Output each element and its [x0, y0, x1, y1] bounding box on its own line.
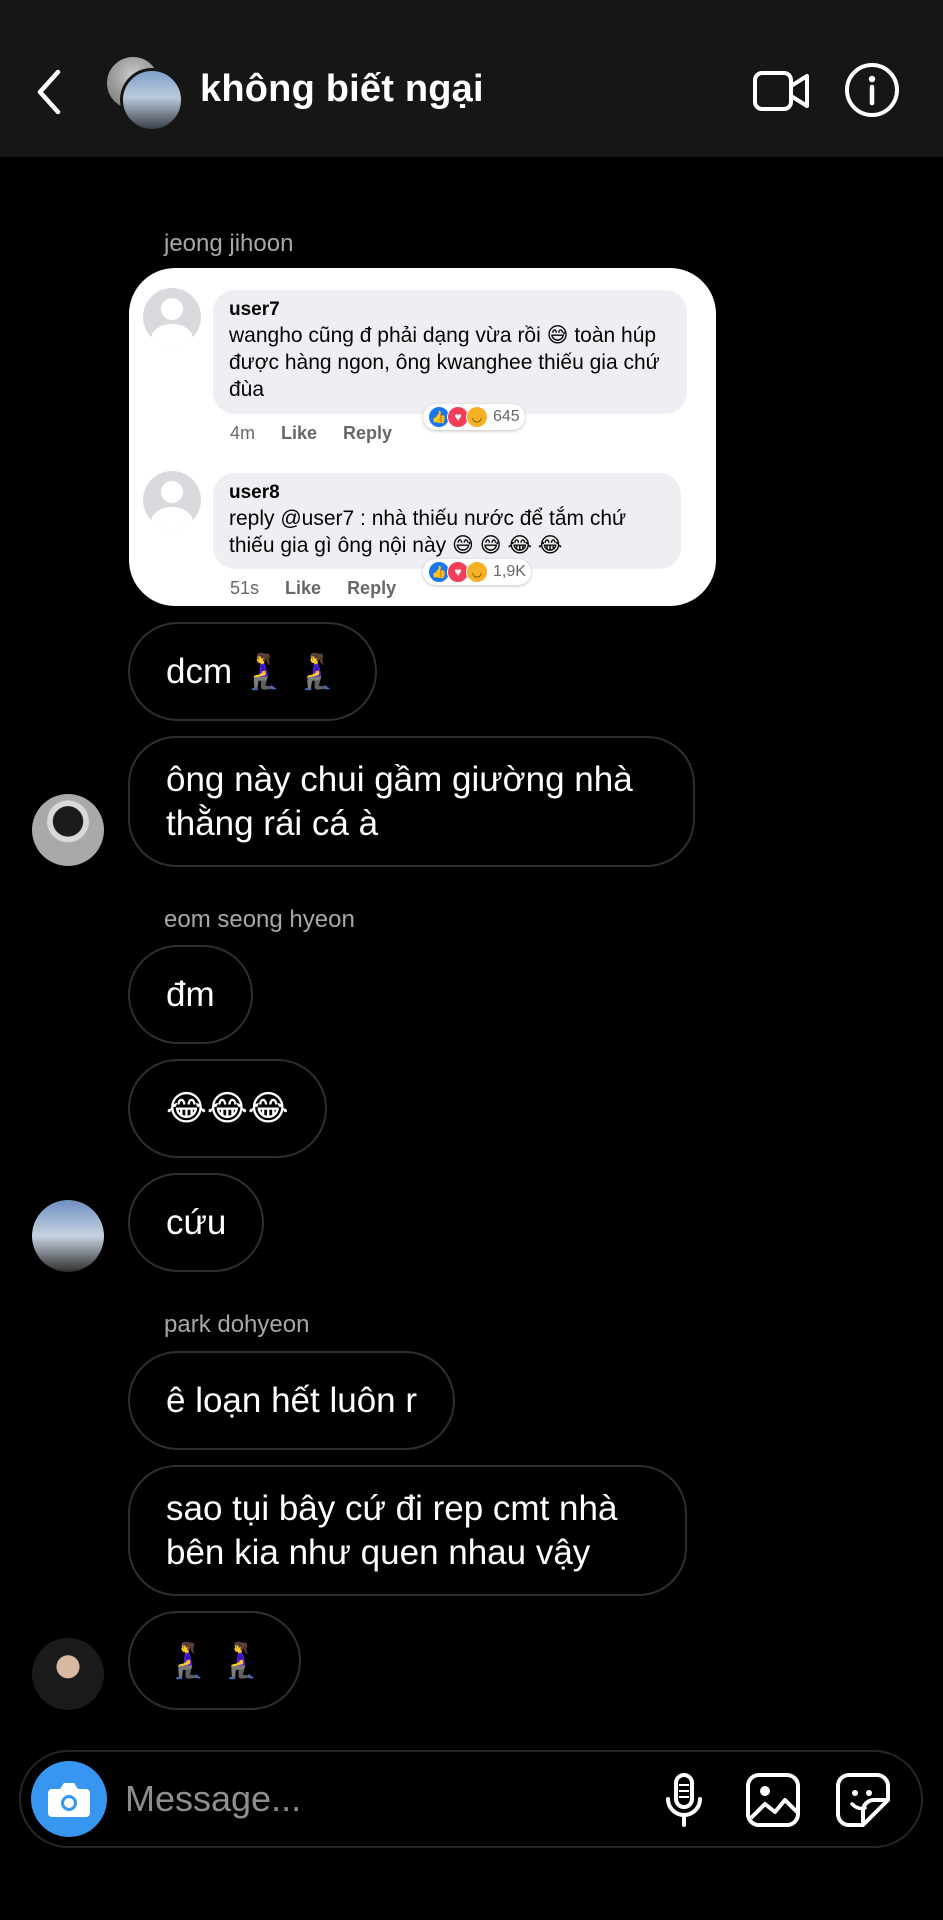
- message-bubble[interactable]: cứu: [128, 1173, 265, 1272]
- reaction-summary: 👍 ♥ ◡ 645: [423, 404, 525, 430]
- comment-text: reply @user7 : nhà thiếu nước để tắm chứ…: [229, 507, 627, 557]
- chevron-left-icon[interactable]: [28, 62, 72, 122]
- haha-reaction-icon: ◡: [466, 561, 488, 583]
- commenter-name: user7: [229, 299, 280, 320]
- microphone-icon[interactable]: [659, 1772, 709, 1828]
- message-bubble[interactable]: 😂😂😂: [128, 1059, 327, 1158]
- comment-bubble: user8 reply @user7 : nhà thiếu nước để t…: [213, 473, 681, 569]
- message-composer: [19, 1750, 923, 1848]
- message-bubble[interactable]: đm: [128, 945, 253, 1044]
- like-link: Like: [281, 423, 318, 443]
- comment-meta: 4m Like Reply: [230, 423, 418, 444]
- reply-link: Reply: [343, 423, 393, 443]
- reaction-count: 645: [493, 408, 520, 425]
- message-bubble[interactable]: sao tụi bây cứ đi rep cmt nhà bên kia nh…: [128, 1465, 687, 1596]
- comment-bubble: user7 wangho cũng đ phải dạng vừa rồi 😅 …: [213, 290, 687, 414]
- message-bubble[interactable]: ông này chui gầm giường nhà thằng rái cá…: [128, 736, 695, 867]
- message-bubble[interactable]: 🧎‍♀️ 🧎‍♀️: [128, 1611, 301, 1710]
- sender-avatar[interactable]: [32, 794, 104, 866]
- commenter-name: user8: [229, 482, 280, 503]
- sender-name: park dohyeon: [164, 1311, 310, 1338]
- camera-icon: [48, 1783, 90, 1817]
- reaction-summary: 👍 ♥ ◡ 1,9K: [423, 559, 531, 585]
- chat-title[interactable]: không biết ngại: [200, 68, 484, 111]
- message-input[interactable]: [123, 1768, 527, 1830]
- gallery-icon[interactable]: [745, 1772, 801, 1828]
- sender-name: jeong jihoon: [164, 230, 294, 257]
- chat-header: không biết ngại: [0, 0, 943, 157]
- info-icon[interactable]: [844, 62, 900, 118]
- video-camera-icon[interactable]: [752, 68, 810, 114]
- comment-text: wangho cũng đ phải dạng vừa rồi 😅 toàn h…: [229, 324, 660, 401]
- comment-time: 4m: [230, 423, 256, 443]
- comment-time: 51s: [230, 578, 260, 598]
- sticker-icon[interactable]: [835, 1772, 891, 1828]
- group-avatar[interactable]: [104, 54, 184, 132]
- shared-image[interactable]: user7 wangho cũng đ phải dạng vừa rồi 😅 …: [129, 268, 716, 606]
- camera-button[interactable]: [31, 1761, 107, 1837]
- message-bubble[interactable]: ê loạn hết luôn r: [128, 1351, 456, 1450]
- comment-meta: 51s Like Reply: [230, 578, 422, 599]
- commenter-avatar: [143, 471, 201, 529]
- member-avatar: [120, 68, 184, 132]
- sender-avatar[interactable]: [32, 1638, 104, 1710]
- sender-avatar[interactable]: [32, 1200, 104, 1272]
- reply-link: Reply: [347, 578, 397, 598]
- reaction-count: 1,9K: [493, 563, 526, 580]
- sender-name: eom seong hyeon: [164, 906, 355, 933]
- like-link: Like: [285, 578, 322, 598]
- message-bubble[interactable]: dcm 🧎‍♀️ 🧎‍♀️: [128, 622, 377, 721]
- commenter-avatar: [143, 288, 201, 346]
- haha-reaction-icon: ◡: [466, 406, 488, 428]
